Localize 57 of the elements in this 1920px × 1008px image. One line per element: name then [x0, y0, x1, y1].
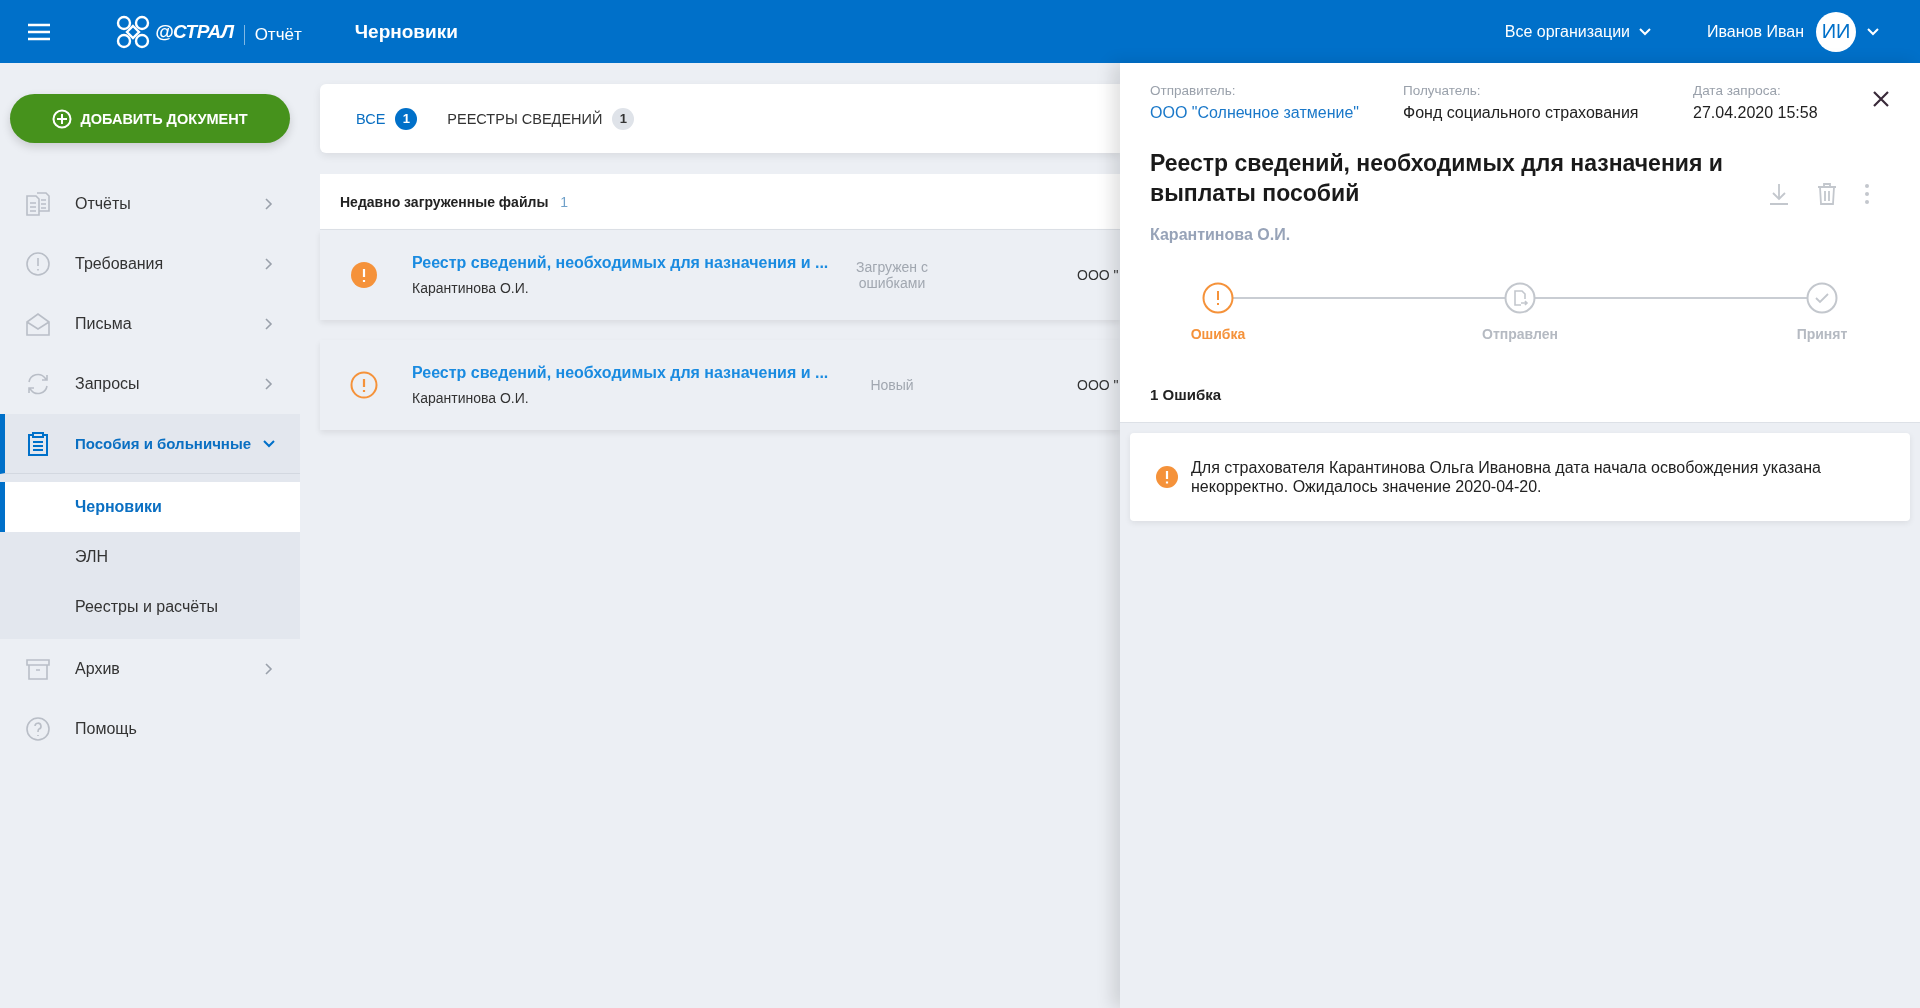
status-label: Загружен с ошибками — [855, 259, 929, 291]
help-circle-icon — [24, 716, 52, 742]
logo-icon — [115, 13, 151, 50]
menu-icon[interactable] — [27, 22, 51, 41]
sidebar-item[interactable]: Пособия и больничные — [0, 414, 300, 474]
organization-name: ООО " — [1077, 267, 1119, 283]
warning-circle-icon — [24, 251, 52, 277]
sidebar-item[interactable]: Требования — [0, 234, 300, 294]
author-name: Карантинова О.И. — [412, 280, 530, 296]
section-title: Недавно загруженные файлы — [340, 193, 549, 210]
field-value: 27.04.2020 15:58 — [1693, 104, 1818, 122]
author-name: Карантинова О.И. — [1150, 226, 1292, 244]
sidebar-item[interactable]: Отчёты — [0, 174, 300, 234]
chevron-down-icon — [262, 438, 276, 449]
step-label: Ошибка — [1190, 326, 1246, 342]
step-label: Отправлен — [1482, 326, 1558, 342]
sidebar-item[interactable]: Помощь — [0, 699, 300, 759]
archive-box-icon — [24, 656, 52, 682]
count-badge: 1 — [395, 107, 418, 130]
count-badge: 1 — [612, 107, 635, 130]
chevron-down-icon[interactable] — [1866, 26, 1880, 37]
tab[interactable]: РЕЕСТРЫ СВЕДЕНИЙ 1 — [447, 107, 635, 130]
file-row[interactable]: Реестр сведений, необходимых для назначения и ... Карантинова О.И. Загружен с ошибками ООО " — [320, 230, 1120, 320]
field-label: Получатель: — [1403, 83, 1482, 98]
submenu-item[interactable]: Черновики — [0, 482, 300, 532]
plus-circle-icon — [52, 108, 73, 129]
sender-link[interactable]: ООО "Солнечное затмение" — [1150, 104, 1403, 122]
tab[interactable]: ВСЕ 1 — [356, 107, 418, 130]
sidebar-item[interactable]: Запросы — [0, 354, 300, 414]
product-name: Отчёт — [243, 24, 302, 45]
close-icon[interactable] — [1872, 90, 1890, 108]
file-row[interactable]: Реестр сведений, необходимых для назначения и ... Карантинова О.И. Новый ООО " — [320, 340, 1120, 430]
submenu-item[interactable]: Реестры и расчёты — [0, 582, 300, 632]
error-message: Для страхователя Карантинова Ольга Ивановна дата начала освобождения указана некорректно. Ожидалось значение 2020-04-20. — [1191, 458, 1822, 496]
author-name: Карантинова О.И. — [412, 390, 530, 406]
chevron-down-icon — [1638, 26, 1653, 37]
document-title: Реестр сведений, необходимых для назначения и выплаты пособий — [1150, 149, 1724, 208]
organization-name: ООО " — [1077, 377, 1119, 393]
field-value: Фонд социального страхования — [1403, 104, 1640, 122]
page-title: Черновики — [354, 20, 458, 43]
user-name: Иванов Иван — [1707, 22, 1804, 41]
sidebar-item[interactable]: Архив — [0, 639, 300, 699]
field-label: Отправитель: — [1150, 83, 1237, 98]
add-document-button[interactable]: ДОБАВИТЬ ДОКУМЕНТ — [10, 94, 290, 143]
step-label: Принят — [1796, 326, 1848, 342]
status-label: Новый — [869, 377, 915, 393]
sidebar-item[interactable]: Письма — [0, 294, 300, 354]
user-avatar[interactable]: ИИ — [1816, 11, 1856, 52]
error-icon — [1155, 465, 1179, 489]
brand-name: @СТРАЛ — [155, 20, 234, 43]
errors-heading: 1 Ошибка — [1150, 386, 1222, 403]
count-label: 1 — [560, 193, 569, 210]
organization-selector[interactable]: Все организации — [1504, 22, 1653, 41]
envelope-icon — [24, 311, 52, 337]
submenu-item[interactable]: ЭЛН — [0, 532, 300, 582]
doc-stack-icon — [24, 191, 52, 217]
field-label: Дата запроса: — [1693, 83, 1782, 98]
